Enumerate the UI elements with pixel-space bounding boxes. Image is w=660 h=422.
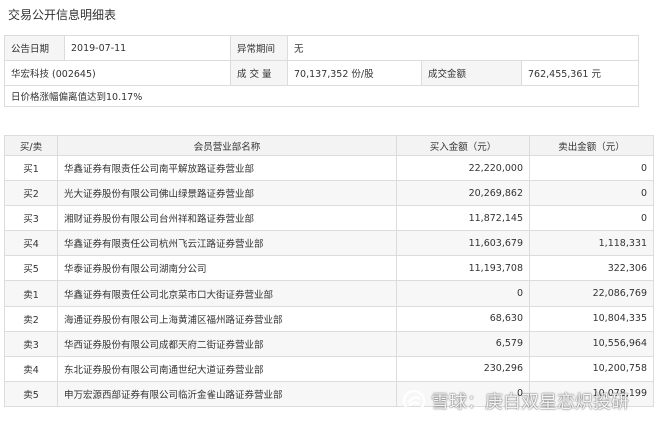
branch-name-cell: 申万宏源西部证券有限公司临沂金雀山路证券营业部 <box>57 380 397 407</box>
buy-amount-cell: 11,872,145 <box>396 205 530 232</box>
branch-name-cell: 海通证券股份有限公司上海黄浦区福州路证券营业部 <box>57 305 397 332</box>
table-row: 买2 光大证券股份有限公司佛山绿景路证券营业部 20,269,862 0 <box>4 180 654 207</box>
buy-amount-cell: 11,193,708 <box>396 255 530 282</box>
sell-amount-cell: 10,078,199 <box>529 380 654 407</box>
buy-amount-cell: 20,269,862 <box>396 180 530 207</box>
branch-name-cell: 华鑫证券有限责任公司南平解放路证券营业部 <box>57 154 397 182</box>
direction-cell: 卖5 <box>4 380 58 407</box>
sell-amount-cell: 0 <box>529 205 654 232</box>
table-row: 卖4 东北证券股份有限公司南通世纪大道证券营业部 230,296 10,200,758 <box>4 355 654 382</box>
table-header-row: 买/卖 会员营业部名称 买入金额（元） 卖出金额（元） <box>4 135 654 156</box>
volume-value: 70,137,352 份/股 <box>287 60 422 86</box>
buy-amount-cell: 230,296 <box>396 355 530 382</box>
table-row: 卖1 华鑫证券有限责任公司北京菜市口大街证券营业部 0 22,086,769 <box>4 280 654 307</box>
sell-amount-cell: 0 <box>529 180 654 207</box>
direction-cell: 买1 <box>4 154 58 182</box>
trading-detail-table: 买/卖 会员营业部名称 买入金额（元） 卖出金额（元） 买1 华鑫证券有限责任公司… <box>4 135 654 407</box>
direction-cell: 买5 <box>4 255 58 282</box>
sell-amount-cell: 22,086,769 <box>529 280 654 307</box>
buy-amount-cell: 11,603,679 <box>396 230 530 257</box>
sell-amount-cell: 322,306 <box>529 255 654 282</box>
table-row: 卖2 海通证券股份有限公司上海黄浦区福州路证券营业部 68,630 10,804,33… <box>4 305 654 332</box>
branch-name-cell: 光大证券股份有限公司佛山绿景路证券营业部 <box>57 180 397 207</box>
buy-amount-cell: 6,579 <box>396 330 530 357</box>
amount-value: 762,455,361 元 <box>520 60 640 86</box>
table-row: 卖3 华西证券股份有限公司成都天府二街证券营业部 6,579 10,556,964 <box>4 330 654 357</box>
branch-name-cell: 华西证券股份有限公司成都天府二街证券营业部 <box>57 330 397 357</box>
branch-name-cell: 东北证券股份有限公司南通世纪大道证券营业部 <box>57 355 397 382</box>
buy-amount-cell: 68,630 <box>396 305 530 332</box>
direction-cell: 卖2 <box>4 305 58 332</box>
date-label: 公告日期 <box>4 35 65 61</box>
stock-name[interactable]: 华宏科技 (002645) <box>4 60 231 86</box>
sell-amount-cell: 10,200,758 <box>529 355 654 382</box>
header-sell-amount: 卖出金额（元） <box>529 135 654 156</box>
table-row: 买1 华鑫证券有限责任公司南平解放路证券营业部 22,220,000 0 <box>4 154 654 182</box>
buy-amount-cell: 0 <box>396 380 530 407</box>
branch-name-cell: 湘财证券股份有限公司台州祥和路证券营业部 <box>57 205 397 232</box>
date-value: 2019-07-11 <box>64 35 231 61</box>
direction-cell: 卖3 <box>4 330 58 357</box>
header-buy-amount: 买入金额（元） <box>396 135 530 156</box>
sell-amount-cell: 0 <box>529 154 654 182</box>
header-branch-name: 会员营业部名称 <box>57 135 397 156</box>
direction-cell: 卖1 <box>4 280 58 307</box>
branch-name-cell: 华泰证券股份有限公司湖南分公司 <box>57 255 397 282</box>
sell-amount-cell: 10,556,964 <box>529 330 654 357</box>
page-title: 交易公开信息明细表 <box>8 8 117 22</box>
announcement-info-table: 公告日期 2019-07-11 异常期间 无 华宏科技 (002645) 成 交… <box>3 35 640 107</box>
period-label: 异常期间 <box>230 35 288 61</box>
branch-name-cell: 华鑫证券有限责任公司杭州飞云江路证券营业部 <box>57 230 397 257</box>
sell-amount-cell: 1,118,331 <box>529 230 654 257</box>
price-deviation-text: 日价格涨幅偏离值达到10.17% <box>3 85 640 107</box>
direction-cell: 买2 <box>4 180 58 207</box>
table-row: 买4 华鑫证券有限责任公司杭州飞云江路证券营业部 11,603,679 1,118,3… <box>4 230 654 257</box>
direction-cell: 卖4 <box>4 355 58 382</box>
table-row: 卖5 申万宏源西部证券有限公司临沂金雀山路证券营业部 0 10,078,199 <box>4 380 654 407</box>
direction-cell: 买4 <box>4 230 58 257</box>
direction-cell: 买3 <box>4 205 58 232</box>
period-value: 无 <box>286 35 640 61</box>
branch-name-cell: 华鑫证券有限责任公司北京菜市口大街证券营业部 <box>57 280 397 307</box>
buy-amount-cell: 0 <box>396 280 530 307</box>
sell-amount-cell: 10,804,335 <box>529 305 654 332</box>
buy-amount-cell: 22,220,000 <box>396 154 530 182</box>
amount-label: 成交金额 <box>421 60 522 86</box>
header-direction: 买/卖 <box>4 135 58 156</box>
table-row: 买3 湘财证券股份有限公司台州祥和路证券营业部 11,872,145 0 <box>4 205 654 232</box>
volume-label: 成 交 量 <box>230 60 288 86</box>
table-row: 买5 华泰证券股份有限公司湖南分公司 11,193,708 322,306 <box>4 255 654 282</box>
